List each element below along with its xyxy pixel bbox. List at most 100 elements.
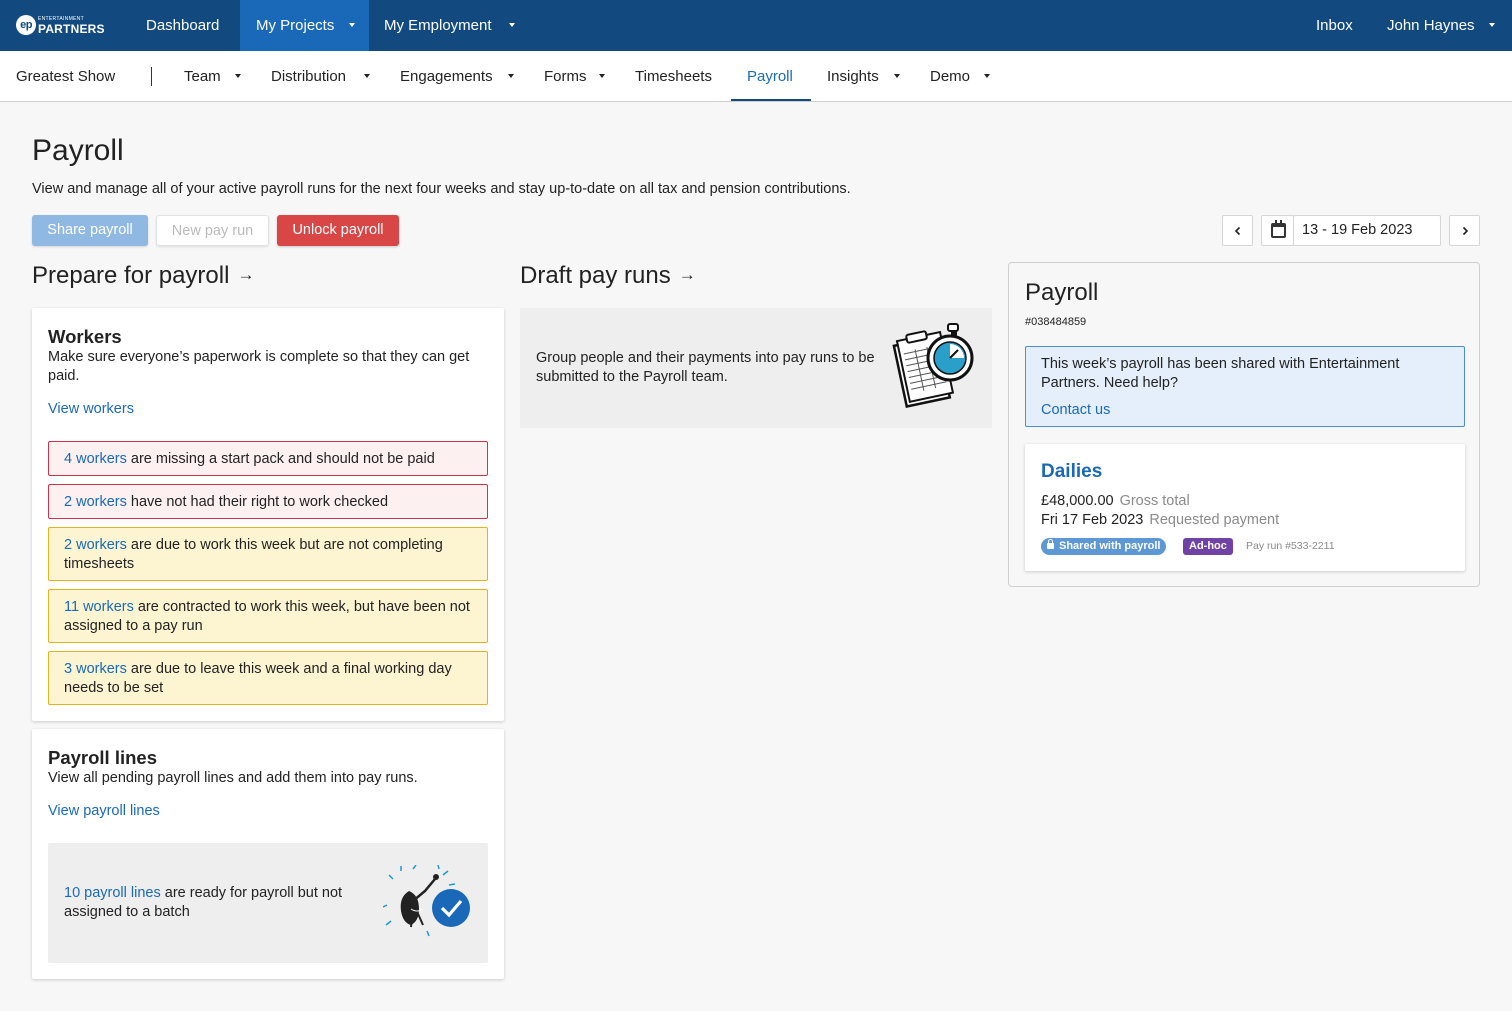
payroll-summary-panel: Payroll #038484859 This week’s payroll h… xyxy=(1008,262,1480,587)
payroll-lines-card: Payroll lines View all pending payroll l… xyxy=(32,729,504,979)
share-payroll-button[interactable]: Share payroll xyxy=(32,215,148,246)
project-name[interactable]: Greatest Show xyxy=(16,51,115,101)
arrow-right-icon: → xyxy=(237,265,255,284)
date-range-field[interactable]: 13 - 19 Feb 2023 xyxy=(1293,215,1441,246)
chevron-down-icon xyxy=(984,74,990,78)
timesheet-stopwatch-illustration xyxy=(892,323,974,409)
tab-timesheets[interactable]: Timesheets xyxy=(635,51,712,101)
workers-card: Workers Make sure everyone’s paperwork i… xyxy=(32,308,504,721)
tab-insights-label: Insights xyxy=(827,68,879,85)
tab-timesheets-label: Timesheets xyxy=(635,68,712,85)
tab-payroll-label: Payroll xyxy=(747,68,793,85)
tab-distribution-label: Distribution xyxy=(271,68,347,85)
alert-text: are missing a start pack and should not … xyxy=(126,451,435,467)
view-payroll-lines-link[interactable]: View payroll lines xyxy=(48,803,160,819)
lock-icon xyxy=(1047,539,1054,549)
calendar-icon xyxy=(1271,220,1286,238)
draft-pay-runs-card: Group people and their payments into pay… xyxy=(520,308,992,428)
arrow-right-icon: → xyxy=(678,265,696,284)
payroll-lines-description: View all pending payroll lines and add t… xyxy=(48,770,418,786)
logo-big-text: PARTNERS xyxy=(38,22,105,36)
divider xyxy=(151,67,152,86)
chevron-down-icon xyxy=(508,74,514,78)
tab-team-label: Team xyxy=(184,68,221,85)
previous-week-button[interactable] xyxy=(1222,215,1253,246)
requested-payment-label: Requested payment xyxy=(1149,512,1280,528)
nav-inbox-label: Inbox xyxy=(1316,17,1353,34)
chevron-down-icon xyxy=(235,74,241,78)
alert-link[interactable]: 4 workers xyxy=(64,451,127,467)
project-navigation: Greatest Show Team Distribution Engageme… xyxy=(0,51,1512,102)
chevron-down-icon xyxy=(509,23,515,27)
panel-title: Payroll xyxy=(1025,279,1099,306)
shared-status-label: Shared with payroll xyxy=(1059,540,1161,552)
celebration-illustration xyxy=(383,865,470,937)
tab-demo[interactable]: Demo xyxy=(930,51,992,101)
nav-my-projects[interactable]: My Projects xyxy=(240,0,369,51)
tab-insights[interactable]: Insights xyxy=(827,51,903,101)
adhoc-badge: Ad-hoc xyxy=(1183,538,1233,555)
tab-forms[interactable]: Forms xyxy=(544,51,608,101)
logo-mark: ep xyxy=(16,15,36,35)
calendar-button[interactable] xyxy=(1261,215,1294,246)
top-navigation: ep ENTERTAINMENT PARTNERS Dashboard My P… xyxy=(0,0,1512,51)
payroll-lines-notice: 10 payroll lines are ready for payroll b… xyxy=(48,843,488,963)
payroll-lines-count-link[interactable]: 10 payroll lines xyxy=(64,885,161,901)
user-menu[interactable]: John Haynes xyxy=(1387,0,1499,51)
shared-status-badge: Shared with payroll xyxy=(1041,538,1167,555)
nav-dashboard-label: Dashboard xyxy=(146,17,220,34)
chevron-down-icon xyxy=(1489,23,1495,27)
prepare-heading-label: Prepare for payroll xyxy=(32,262,230,289)
tab-forms-label: Forms xyxy=(544,68,587,85)
view-workers-link[interactable]: View workers xyxy=(48,401,134,417)
pay-run-number: Pay run #533-2211 xyxy=(1246,540,1335,552)
alert-text: have not had their right to work checked xyxy=(126,494,389,510)
prepare-for-payroll-heading[interactable]: Prepare for payroll → xyxy=(32,262,254,290)
alert-link[interactable]: 2 workers xyxy=(64,537,127,553)
alert-not-assigned: 11 workers are contracted to work this w… xyxy=(48,589,488,643)
workers-title: Workers xyxy=(48,326,122,347)
gross-total-row: £48,000.00 Gross total xyxy=(1041,493,1190,509)
nav-inbox[interactable]: Inbox xyxy=(1316,0,1353,51)
ep-logo[interactable]: ep ENTERTAINMENT PARTNERS xyxy=(16,15,105,37)
chevron-down-icon xyxy=(894,74,900,78)
tab-engagements-label: Engagements xyxy=(400,68,493,85)
pay-run-name[interactable]: Dailies xyxy=(1041,461,1102,483)
alert-link[interactable]: 11 workers xyxy=(64,599,134,615)
chevron-down-icon xyxy=(364,74,370,78)
contact-us-link[interactable]: Contact us xyxy=(1041,401,1449,420)
nav-my-projects-label: My Projects xyxy=(256,17,335,34)
alert-leaving: 3 workers are due to leave this week and… xyxy=(48,651,488,705)
new-pay-run-button[interactable]: New pay run xyxy=(156,215,269,246)
workers-description: Make sure everyone’s paperwork is comple… xyxy=(48,349,470,384)
tab-distribution[interactable]: Distribution xyxy=(271,51,373,101)
tab-engagements[interactable]: Engagements xyxy=(400,51,517,101)
chevron-down-icon xyxy=(349,23,355,27)
project-name-label: Greatest Show xyxy=(16,68,116,85)
requested-payment-date: Fri 17 Feb 2023 xyxy=(1041,512,1144,528)
page-description: View and manage all of your active payro… xyxy=(32,181,851,197)
tab-team[interactable]: Team xyxy=(184,51,244,101)
pay-run-card[interactable]: Dailies £48,000.00 Gross total Fri 17 Feb… xyxy=(1025,444,1465,571)
nav-dashboard[interactable]: Dashboard xyxy=(130,0,235,51)
next-week-button[interactable] xyxy=(1449,215,1480,246)
draft-heading-label: Draft pay runs xyxy=(520,262,671,289)
gross-total-value: £48,000.00 xyxy=(1041,493,1114,509)
draft-description: Group people and their payments into pay… xyxy=(536,350,875,385)
tab-payroll[interactable]: Payroll xyxy=(731,51,811,101)
tab-demo-label: Demo xyxy=(930,68,971,85)
shared-info-notice: This week’s payroll has been shared with… xyxy=(1025,346,1465,427)
nav-my-employment-label: My Employment xyxy=(384,17,492,34)
payroll-id: #038484859 xyxy=(1025,316,1087,328)
draft-pay-runs-heading[interactable]: Draft pay runs → xyxy=(520,262,696,290)
alert-link[interactable]: 3 workers xyxy=(64,661,127,677)
payroll-lines-notice-text: 10 payroll lines are ready for payroll b… xyxy=(64,884,374,922)
alert-link[interactable]: 2 workers xyxy=(64,494,127,510)
requested-payment-row: Fri 17 Feb 2023 Requested payment xyxy=(1041,512,1279,528)
unlock-payroll-button[interactable]: Unlock payroll xyxy=(277,215,399,246)
alert-right-to-work: 2 workers have not had their right to wo… xyxy=(48,484,488,519)
page-title: Payroll xyxy=(32,134,124,167)
chevron-down-icon xyxy=(599,74,605,78)
shared-info-text: This week’s payroll has been shared with… xyxy=(1041,356,1400,391)
nav-my-employment[interactable]: My Employment xyxy=(384,0,524,51)
